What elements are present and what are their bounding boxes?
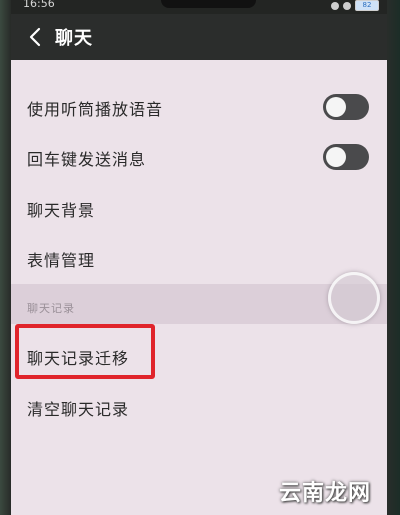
toggle-knob (326, 147, 346, 167)
phone-screen: 16:56 82 聊天 使用听筒播放语音 回车键发送消息 聊天背景 表情管理 聊… (11, 0, 387, 515)
section-header-label: 聊天记录 (27, 302, 75, 315)
floating-assistive-touch-button[interactable] (328, 272, 380, 324)
status-time: 16:56 (23, 0, 55, 10)
setting-earpiece-voice[interactable]: 使用听筒播放语音 (11, 82, 387, 132)
watermark: 云南龙网 (278, 481, 371, 506)
setting-sticker-management-label: 表情管理 (27, 251, 96, 270)
setting-chat-background[interactable]: 聊天背景 (11, 183, 387, 233)
status-icons: 82 (331, 0, 379, 11)
signal-icon (343, 1, 351, 10)
enter-to-send-toggle[interactable] (323, 144, 369, 170)
setting-enter-to-send[interactable]: 回车键发送消息 (11, 132, 387, 182)
camera-notch (161, 0, 256, 8)
setting-enter-to-send-label: 回车键发送消息 (27, 150, 147, 169)
setting-clear-chat-history-label: 清空聊天记录 (27, 400, 130, 419)
page-title: 聊天 (55, 28, 93, 49)
app-bar: 聊天 (11, 14, 387, 60)
phone-bezel-right (386, 0, 400, 515)
setting-sticker-management[interactable]: 表情管理 (11, 233, 387, 283)
chevron-left-icon[interactable] (24, 25, 48, 49)
battery-icon: 82 (355, 0, 379, 11)
alarm-icon (331, 1, 339, 10)
status-bar: 16:56 82 (11, 0, 387, 14)
highlight-annotation (15, 324, 155, 379)
earpiece-voice-toggle[interactable] (323, 94, 369, 120)
setting-clear-chat-history[interactable]: 清空聊天记录 (11, 382, 387, 432)
toggle-knob (326, 97, 346, 117)
setting-chat-background-label: 聊天背景 (27, 201, 96, 220)
setting-earpiece-voice-label: 使用听筒播放语音 (27, 100, 164, 119)
